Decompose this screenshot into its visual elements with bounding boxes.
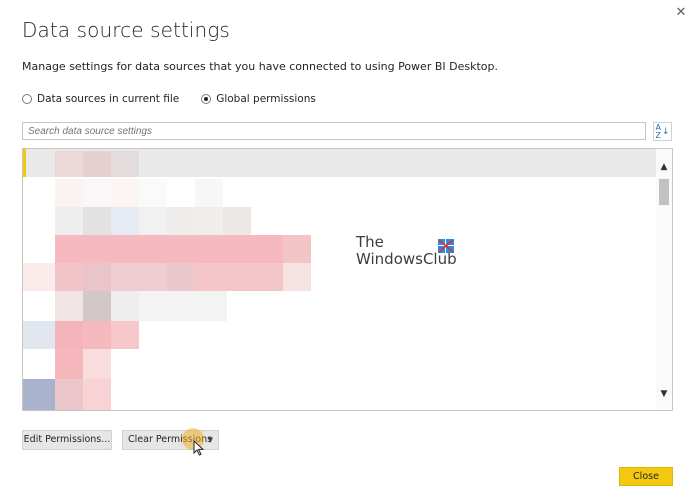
blurred-content <box>83 179 111 207</box>
blurred-content <box>83 349 111 379</box>
watermark-logo: The WindowsClub <box>356 235 457 267</box>
radio-button-icon <box>22 94 32 104</box>
selection-marker <box>23 149 26 177</box>
blurred-content <box>283 263 311 291</box>
blurred-content <box>167 207 195 235</box>
blurred-content <box>283 235 311 263</box>
blurred-content <box>55 179 83 207</box>
watermark-windows-icon <box>438 239 454 253</box>
blurred-content <box>111 263 167 291</box>
radio-button-selected-icon <box>201 94 212 104</box>
blurred-content <box>139 179 167 207</box>
radio-label: Data sources in current file <box>37 93 180 105</box>
blurred-content <box>55 321 83 349</box>
blurred-content <box>23 263 55 291</box>
blurred-content <box>55 349 83 379</box>
data-source-list: The WindowsClub ▲ ▼ <box>22 148 673 411</box>
sort-arrow-icon: ↓ <box>661 126 670 137</box>
blurred-content <box>83 151 111 177</box>
dialog-description: Manage settings for data sources that yo… <box>22 60 498 73</box>
blurred-content <box>23 321 55 349</box>
blurred-content <box>139 207 167 235</box>
watermark-line-2: WindowsClub <box>356 250 457 268</box>
close-button[interactable]: Close <box>619 467 673 486</box>
blurred-content <box>55 235 283 263</box>
blurred-content <box>195 179 223 207</box>
blurred-content <box>139 291 227 321</box>
blurred-content <box>195 207 223 235</box>
blurred-content <box>83 379 111 410</box>
edit-permissions-button[interactable]: Edit Permissions... <box>22 430 112 450</box>
vertical-scrollbar[interactable]: ▲ ▼ <box>656 149 672 410</box>
dialog-title: Data source settings <box>22 18 230 42</box>
search-input[interactable] <box>22 122 646 140</box>
scope-radio-group: Data sources in current file Global perm… <box>22 93 338 105</box>
blurred-content <box>111 321 139 349</box>
chevron-down-icon[interactable]: ▼ <box>208 431 213 449</box>
blurred-content <box>223 207 251 235</box>
radio-label: Global permissions <box>216 93 316 105</box>
blurred-content <box>111 179 139 207</box>
blurred-content <box>111 207 139 235</box>
blurred-content <box>83 291 111 321</box>
radio-global-permissions[interactable]: Global permissions <box>201 93 316 105</box>
data-source-settings-dialog: ✕ Data source settings Manage settings f… <box>0 0 700 499</box>
blurred-content <box>23 379 55 410</box>
scroll-up-icon[interactable]: ▲ <box>658 161 670 173</box>
sort-button[interactable]: A Z ↓ <box>653 122 672 141</box>
blurred-content <box>111 291 139 321</box>
blurred-content <box>55 151 83 177</box>
blurred-content <box>111 151 139 177</box>
blurred-content <box>167 263 195 291</box>
blurred-content <box>195 263 283 291</box>
close-icon[interactable]: ✕ <box>672 4 690 22</box>
blurred-content <box>83 207 111 235</box>
scroll-down-icon[interactable]: ▼ <box>658 388 670 400</box>
blurred-content <box>55 263 83 291</box>
blurred-content <box>55 379 83 410</box>
blurred-content <box>83 263 111 291</box>
blurred-content <box>83 321 111 349</box>
blurred-content <box>55 291 83 321</box>
sort-az-icon: A Z <box>655 122 661 140</box>
mouse-pointer-icon <box>193 440 205 456</box>
scroll-thumb[interactable] <box>659 179 669 205</box>
blurred-content <box>55 207 83 235</box>
radio-current-file[interactable]: Data sources in current file <box>22 93 179 105</box>
